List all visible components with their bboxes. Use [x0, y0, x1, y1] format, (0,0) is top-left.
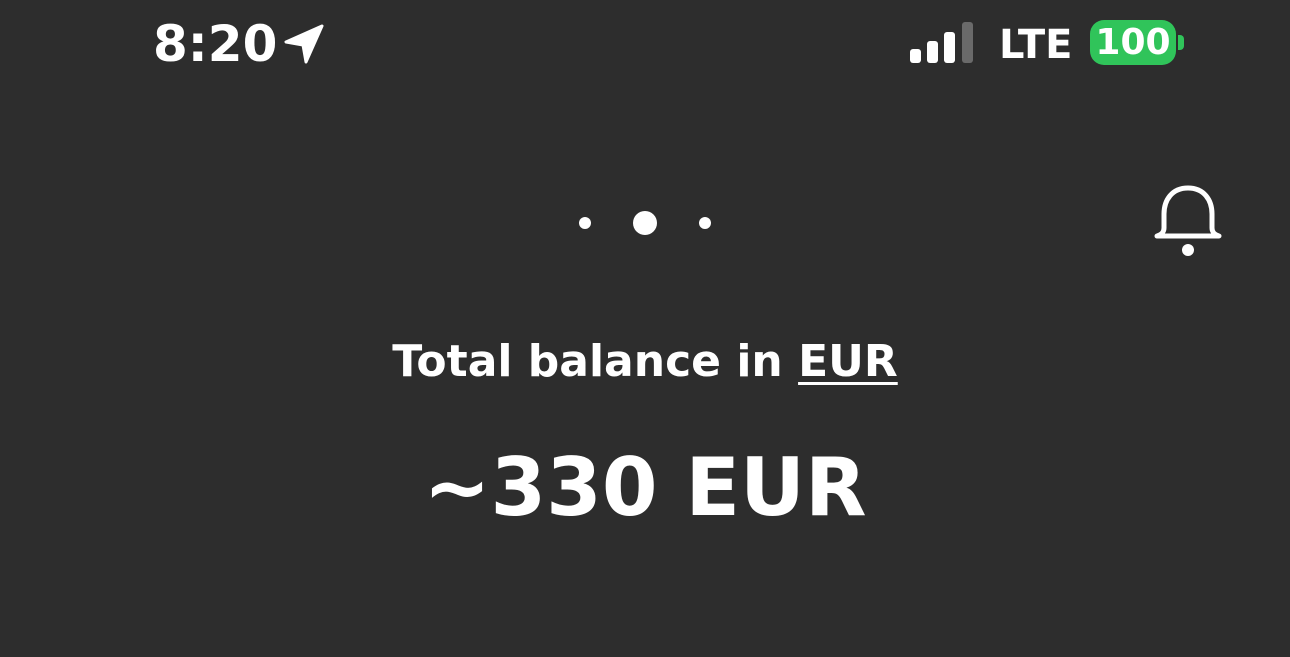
location-arrow-icon [284, 24, 324, 64]
battery-level: 100 [1095, 22, 1171, 63]
status-time: 8:20 [153, 15, 278, 73]
page-dot-3 [699, 217, 711, 229]
balance-amount: ~330 EUR [423, 441, 867, 534]
balance-label: Total balance in EUR [0, 332, 1290, 392]
page-indicator[interactable] [560, 198, 730, 248]
page-dot-1 [579, 217, 591, 229]
currency-selector-link[interactable]: EUR [798, 336, 898, 387]
wallet-screen: 8:20 LTE 100 Total balance in EUR ~330 E… [0, 0, 1290, 657]
cellular-signal-icon [910, 22, 973, 63]
battery-cap [1178, 35, 1184, 50]
balance-label-text: Total balance in [392, 336, 783, 387]
bell-icon[interactable] [1150, 182, 1226, 262]
network-type: LTE [999, 22, 1073, 68]
battery-indicator: 100 [1090, 20, 1176, 65]
page-dot-2-active [633, 211, 657, 235]
